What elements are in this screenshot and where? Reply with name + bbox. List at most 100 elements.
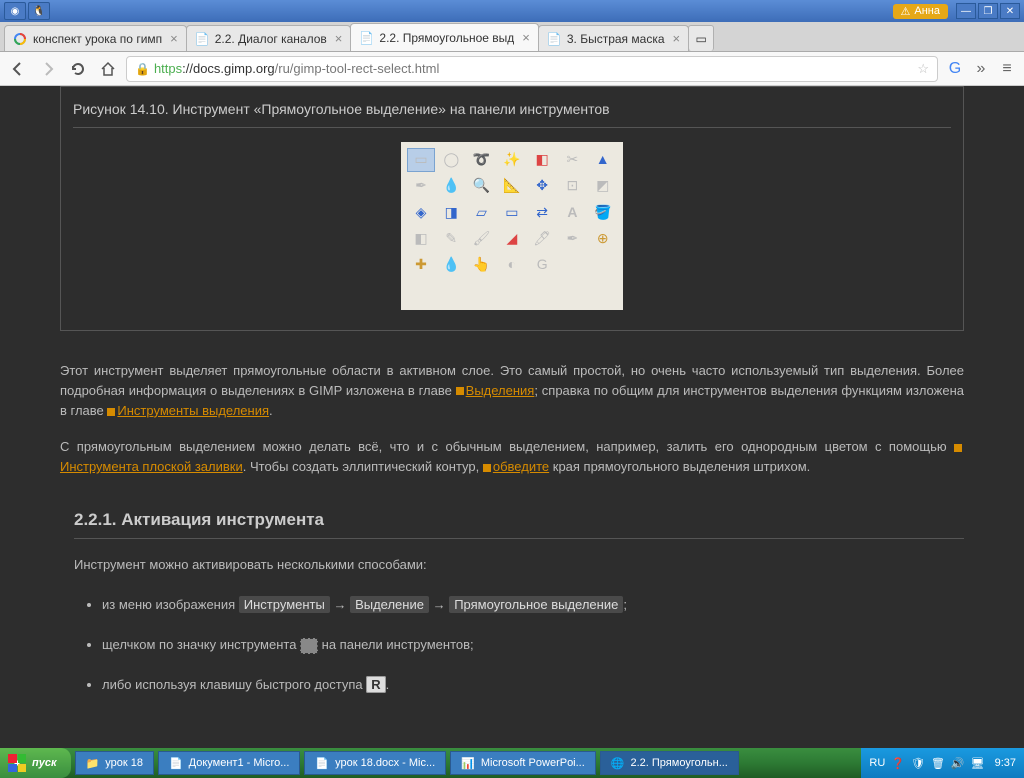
new-tab-button[interactable]: ▭ bbox=[688, 25, 714, 51]
clone-tool-icon: ⊕ bbox=[589, 227, 617, 251]
tab-1[interactable]: 📄 2.2. Диалог каналов × bbox=[186, 25, 352, 51]
tab-label: 2.2. Прямоугольное выд bbox=[379, 31, 514, 45]
forward-button[interactable] bbox=[36, 57, 60, 81]
star-icon[interactable]: ☆ bbox=[917, 61, 929, 77]
perspective-tool-icon: ▭ bbox=[498, 200, 526, 224]
activation-methods-list: из меню изображения Инструменты → Выделе… bbox=[102, 595, 964, 695]
wand-tool-icon: ✨ bbox=[498, 148, 526, 172]
start-button[interactable]: пуск bbox=[0, 748, 71, 778]
link-bullet-icon bbox=[954, 444, 962, 452]
page-icon: 📄 bbox=[547, 32, 561, 46]
titlebar-app-icon-1[interactable]: ◉ bbox=[4, 2, 26, 20]
taskbar-item-4[interactable]: 🌐 2.2. Прямоугольн... bbox=[600, 751, 739, 775]
scale-tool-icon: ◨ bbox=[437, 200, 465, 224]
tab-label: 3. Быстрая маска bbox=[567, 32, 665, 46]
translate-icon[interactable]: G bbox=[944, 58, 966, 80]
browser-tabstrip: конспект урока по гимп × 📄 2.2. Диалог к… bbox=[0, 22, 1024, 52]
tab-0[interactable]: конспект урока по гимп × bbox=[4, 25, 187, 51]
brush-tool-icon: 🖌 bbox=[468, 227, 496, 251]
gradient-tool-icon: ◧ bbox=[407, 227, 435, 251]
gimp-toolbox: ▭ ◯ ➰ ✨ ◧ ✂ ▲ ✒ 💧 🔍 📐 ✥ ⊡ ◩ ◈ ◨ ▱ ▭ ⇄ A … bbox=[401, 142, 623, 310]
rotate-tool-icon: ◈ bbox=[407, 200, 435, 224]
link-bullet-icon bbox=[107, 408, 115, 416]
rect-select-inline-icon bbox=[300, 638, 318, 654]
figure-box: Рисунок 14.10. Инструмент «Прямоугольное… bbox=[60, 86, 964, 331]
link-bullet-icon bbox=[456, 387, 464, 395]
reload-button[interactable] bbox=[66, 57, 90, 81]
link-stroke[interactable]: обведите bbox=[493, 459, 549, 474]
tab-close-icon[interactable]: × bbox=[522, 30, 530, 45]
flip-tool-icon: ⇄ bbox=[528, 200, 556, 224]
url-host: ://docs.gimp.org bbox=[182, 61, 275, 76]
menu-path: Инструменты bbox=[239, 596, 330, 613]
link-selection-tools[interactable]: Инструменты выделения bbox=[117, 403, 269, 418]
ink-tool-icon: ✒ bbox=[558, 227, 586, 251]
tab-2[interactable]: 📄 2.2. Прямоугольное выд × bbox=[350, 23, 538, 51]
align-tool-icon: ⊡ bbox=[558, 174, 586, 198]
eyedrop-tool-icon: 💧 bbox=[437, 174, 465, 198]
fg-select-tool-icon: ▲ bbox=[589, 148, 617, 172]
figure-title: Рисунок 14.10. Инструмент «Прямоугольное… bbox=[73, 95, 951, 128]
lasso-tool-icon: ➰ bbox=[468, 148, 496, 172]
section-intro: Инструмент можно активировать нескольким… bbox=[74, 555, 964, 575]
windows-logo-icon bbox=[8, 754, 26, 772]
page-icon: 📄 bbox=[195, 32, 209, 46]
lang-indicator[interactable]: RU bbox=[869, 757, 885, 769]
menu-icon[interactable]: ≡ bbox=[996, 58, 1018, 80]
window-titlebar: ◉ 🐧 ⚠ Анна — ❐ ✕ bbox=[0, 0, 1024, 22]
back-button[interactable] bbox=[6, 57, 30, 81]
tab-close-icon[interactable]: × bbox=[673, 31, 681, 46]
rect-select-tool-icon: ▭ bbox=[407, 148, 435, 172]
menu-path: Выделение bbox=[350, 596, 429, 613]
tab-close-icon[interactable]: × bbox=[170, 31, 178, 46]
menu-path: Прямоугольное выделение bbox=[449, 596, 623, 613]
link-selections[interactable]: Выделения bbox=[466, 383, 535, 398]
smudge-tool-icon: 👆 bbox=[468, 253, 496, 277]
scissors-tool-icon: ✂ bbox=[558, 148, 586, 172]
gegl-tool-icon: G bbox=[528, 253, 556, 277]
clock[interactable]: 9:37 bbox=[995, 757, 1016, 769]
move-tool-icon: ✥ bbox=[528, 174, 556, 198]
paragraph-2: С прямоугольным выделением можно делать … bbox=[60, 437, 964, 477]
keycap: R bbox=[366, 676, 385, 693]
ellipse-tool-icon: ◯ bbox=[437, 148, 465, 172]
lock-icon: 🔒 bbox=[135, 62, 150, 76]
tab-3[interactable]: 📄 3. Быстрая маска × bbox=[538, 25, 689, 51]
pencil-tool-icon: ✎ bbox=[437, 227, 465, 251]
tab-close-icon[interactable]: × bbox=[335, 31, 343, 46]
measure-tool-icon: 📐 bbox=[498, 174, 526, 198]
tab-label: 2.2. Диалог каналов bbox=[215, 32, 327, 46]
home-button[interactable] bbox=[96, 57, 120, 81]
list-item: из меню изображения Инструменты → Выделе… bbox=[102, 595, 964, 615]
google-icon bbox=[13, 32, 27, 46]
url-input[interactable]: 🔒 https ://docs.gimp.org /ru/gimp-tool-r… bbox=[126, 56, 938, 82]
eraser-tool-icon: ◢ bbox=[498, 227, 526, 251]
close-button[interactable]: ✕ bbox=[1000, 3, 1020, 19]
text-tool-icon: A bbox=[558, 200, 586, 224]
taskbar-item-0[interactable]: 📁 урок 18 bbox=[75, 751, 154, 775]
tab-label: конспект урока по гимп bbox=[33, 32, 162, 46]
taskbar-item-2[interactable]: 📄 урок 18.docx - Mic... bbox=[304, 751, 446, 775]
titlebar-app-icon-2[interactable]: 🐧 bbox=[28, 2, 50, 20]
dodge-tool-icon: ◐ bbox=[498, 253, 526, 277]
taskbar: пуск 📁 урок 18 📄 Документ1 - Micro... 📄 … bbox=[0, 748, 1024, 778]
bycolor-tool-icon: ◧ bbox=[528, 148, 556, 172]
link-bullet-icon bbox=[483, 464, 491, 472]
system-tray[interactable]: RU ❓ 🛡 🗑 🔊 🖥 9:37 bbox=[861, 748, 1024, 778]
zoom-tool-icon: 🔍 bbox=[468, 174, 496, 198]
list-item: щелчком по значку инструмента на панели … bbox=[102, 635, 964, 655]
taskbar-item-3[interactable]: 📊 Microsoft PowerPoi... bbox=[450, 751, 596, 775]
maximize-button[interactable]: ❐ bbox=[978, 3, 998, 19]
link-bucket-fill[interactable]: Инструмента плоской заливки bbox=[60, 459, 243, 474]
airbrush-tool-icon: 🖊 bbox=[528, 227, 556, 251]
minimize-button[interactable]: — bbox=[956, 3, 976, 19]
crop-tool-icon: ◩ bbox=[589, 174, 617, 198]
bucket-tool-icon: 🪣 bbox=[589, 200, 617, 224]
page-icon: 📄 bbox=[359, 31, 373, 45]
extensions-icon[interactable]: » bbox=[970, 58, 992, 80]
user-badge[interactable]: ⚠ Анна bbox=[893, 4, 948, 19]
paths-tool-icon: ✒ bbox=[407, 174, 435, 198]
shear-tool-icon: ▱ bbox=[468, 200, 496, 224]
blur-tool-icon: 💧 bbox=[437, 253, 465, 277]
taskbar-item-1[interactable]: 📄 Документ1 - Micro... bbox=[158, 751, 300, 775]
